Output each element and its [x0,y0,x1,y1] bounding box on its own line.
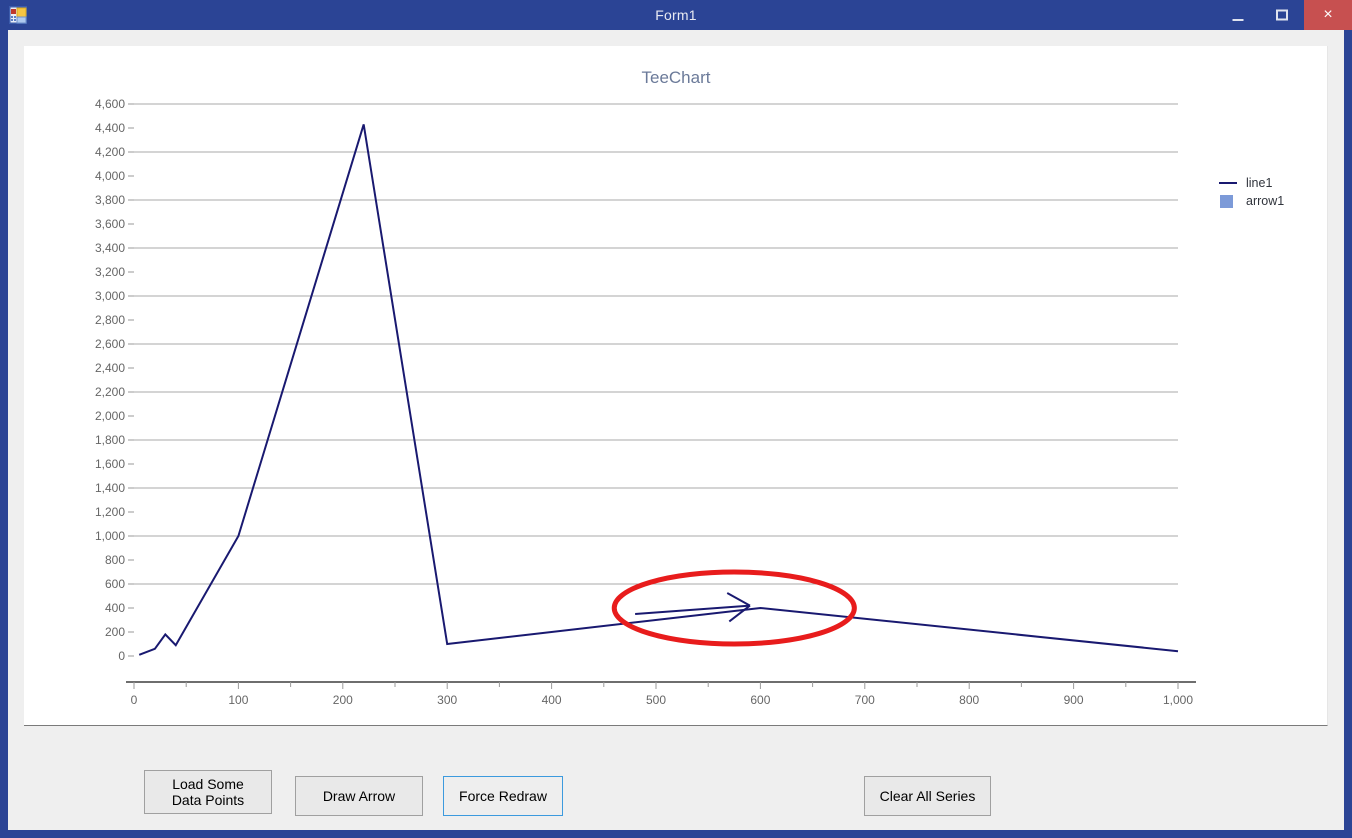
y-tick-label: 400 [105,601,125,615]
arrow-shaft [635,604,751,615]
y-tick-label: 4,200 [95,145,125,159]
y-tick-label: 2,800 [95,313,125,327]
arrow-head [728,604,751,623]
x-tick-label: 200 [333,693,353,707]
x-tick-label: 0 [131,693,138,707]
title-bar: Form1 × [0,0,1352,30]
y-tick-label: 1,600 [95,457,125,471]
y-tick-label: 800 [105,553,125,567]
minimize-icon [1232,19,1244,21]
x-axis-tick-labels: 0 100 200 300 400 500 600 700 800 900 1,000 [131,693,1194,707]
x-tick-label: 1,000 [1163,693,1193,707]
arrow-head [726,592,751,607]
minimize-button[interactable] [1216,0,1260,30]
y-tick-label: 1,000 [95,529,125,543]
y-tick-label: 3,600 [95,217,125,231]
y-tick-label: 600 [105,577,125,591]
legend-line-marker-icon [1217,175,1239,191]
x-axis [126,681,1196,689]
y-tick-label: 4,600 [95,97,125,111]
application-window: Form1 × TeeChart 0 200 400 600 800 1,000 1,200… [0,0,1352,838]
y-tick-label: 2,400 [95,361,125,375]
red-highlight-ellipse [611,569,857,647]
form-client-area: TeeChart 0 200 400 600 800 1,000 1,200 1,400 1,6… [8,30,1344,830]
y-tick-label: 200 [105,625,125,639]
window-controls: × [1216,0,1352,30]
x-tick-label: 400 [542,693,562,707]
series-line-line1 [138,124,1179,656]
y-tick-label: 2,000 [95,409,125,423]
y-tick-label: 1,200 [95,505,125,519]
draw-arrow-button[interactable]: Draw Arrow [295,776,423,816]
x-tick-label: 600 [750,693,770,707]
y-tick-label: 4,400 [95,121,125,135]
chart-annotation-layer [611,569,857,647]
y-tick-label: 1,400 [95,481,125,495]
chart-panel[interactable]: TeeChart 0 200 400 600 800 1,000 1,200 1,400 1,6… [24,46,1328,726]
legend-item-arrow1[interactable]: arrow1 [1217,192,1284,210]
close-icon: × [1323,6,1333,23]
y-tick-label: 1,800 [95,433,125,447]
chart-series-layer [138,124,1179,656]
chart-plot-svg: 0 200 400 600 800 1,000 1,200 1,400 1,600 1,800 2,… [95,97,1196,707]
y-tick-label: 4,000 [95,169,125,183]
chart-legend[interactable]: line1 arrow1 [1217,174,1284,210]
x-tick-label: 100 [228,693,248,707]
x-tick-label: 800 [959,693,979,707]
clear-all-series-button[interactable]: Clear All Series [864,776,991,816]
legend-item-line1[interactable]: line1 [1217,174,1284,192]
y-tick-label: 2,600 [95,337,125,351]
maximize-button[interactable] [1260,0,1304,30]
close-button[interactable]: × [1304,0,1352,30]
legend-label-line1: line1 [1246,176,1273,190]
load-some-data-points-button[interactable]: Load Some Data Points [144,770,272,814]
arrow-annotation-series [635,592,751,623]
x-tick-label: 900 [1064,693,1084,707]
x-tick-label: 500 [646,693,666,707]
force-redraw-button[interactable]: Force Redraw [443,776,563,816]
y-tick-label: 2,200 [95,385,125,399]
y-tick-label: 3,400 [95,241,125,255]
y-tick-label: 3,000 [95,289,125,303]
y-tick-label: 3,200 [95,265,125,279]
y-tick-label: 3,800 [95,193,125,207]
maximize-icon [1276,9,1288,21]
x-tick-label: 300 [437,693,457,707]
legend-label-arrow1: arrow1 [1246,194,1285,208]
window-title: Form1 [655,7,697,23]
legend-square-marker-icon [1217,193,1239,209]
y-tick-label: 0 [118,649,125,663]
x-tick-label: 700 [855,693,875,707]
chart-gridlines [134,103,1178,585]
y-axis-tick-labels: 0 200 400 600 800 1,000 1,200 1,400 1,600 1,800 2,… [95,97,134,663]
